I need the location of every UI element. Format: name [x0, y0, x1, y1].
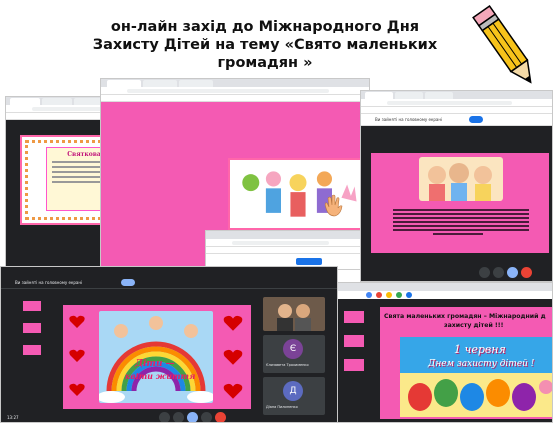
participant-avatar: Є	[283, 339, 303, 359]
pink-slide	[371, 153, 549, 253]
slide-thumbnail[interactable]	[23, 345, 41, 355]
share-screen-button[interactable]	[296, 258, 322, 265]
browser-tab[interactable]	[143, 80, 177, 87]
participant-tile-2[interactable]: Д Діана Пилипенко	[263, 377, 325, 415]
main-pink-slide: Діти — квіти життя	[63, 305, 251, 409]
end-call-button[interactable]	[215, 412, 226, 422]
headline-line-2: Захисту Дітей на тему «Свято маленьких	[92, 37, 438, 53]
heart-icon	[69, 383, 85, 396]
rainbow-illustration	[97, 316, 215, 403]
heart-icon	[69, 315, 85, 328]
overlay-spacer	[5, 96, 227, 236]
more-options-button[interactable]	[201, 412, 212, 422]
heart-icon	[223, 315, 243, 331]
rainbow-text-2: квіти життя	[125, 371, 196, 381]
meet-label: Ви зайняті на головному екрані	[375, 117, 443, 122]
mic-button[interactable]	[159, 412, 170, 422]
meet-label: Ви зайняті на головному екрані	[15, 280, 83, 285]
headline: он-лайн захід до Міжнародного Дня Захист…	[60, 18, 470, 72]
mic-button[interactable]	[479, 267, 490, 278]
heart-icon	[69, 349, 85, 362]
slide-thumbnail[interactable]	[23, 323, 41, 333]
children-illustration	[242, 171, 357, 217]
browser-window-bottom-right: Свята маленьких громадян – Міжнародний д…	[335, 282, 553, 423]
pencil-icon	[472, 4, 532, 84]
colorful-hands-illustration	[400, 373, 552, 417]
slide-title-2: захисту дітей !!!	[444, 322, 504, 329]
camera-button[interactable]	[173, 412, 184, 422]
headline-line-3: громадян »	[217, 55, 313, 71]
rainbow-picture: Діти — квіти життя	[97, 311, 215, 403]
tab-bar	[361, 91, 552, 99]
banner-line-2: Днем захисту дітей !	[428, 359, 535, 369]
rainbow-text-1: Діти —	[135, 359, 175, 369]
slide-thumbnail[interactable]	[344, 335, 364, 347]
end-call-button[interactable]	[521, 267, 532, 278]
children-photo	[419, 157, 503, 201]
browser-tab[interactable]	[425, 92, 453, 99]
slide-thumbnail[interactable]	[344, 311, 364, 323]
camera-button[interactable]	[493, 267, 504, 278]
participant-avatar: Д	[283, 381, 303, 401]
browser-window-mid-strip	[205, 230, 370, 270]
headline-line-1: он-лайн захід до Міжнародного Дня	[110, 19, 420, 35]
participant-name: Єлизавета Трохименко	[266, 363, 309, 367]
toggle-switch[interactable]	[469, 116, 483, 123]
kids-illustration-slide	[228, 158, 368, 230]
slide-title-1: Свята маленьких громадян – Міжнародний д	[384, 313, 546, 320]
slide-thumbnail[interactable]	[23, 301, 41, 311]
collage-page: он-лайн захід до Міжнародного Дня Захист…	[0, 0, 553, 423]
address-bar[interactable]	[361, 99, 552, 107]
meet-info-bar: Ви зайняті на головному екрані	[361, 114, 552, 126]
meeting-time: 13:27	[7, 415, 19, 420]
participant-name: Діана Пилипенко	[266, 405, 298, 409]
bookmarks-bar	[206, 247, 369, 254]
slide-thumbnail[interactable]	[344, 359, 364, 371]
browser-tab[interactable]	[365, 92, 393, 99]
children-day-banner: 1 червня Днем захисту дітей !	[400, 337, 552, 417]
tab-bar	[336, 283, 552, 291]
browser-tab[interactable]	[107, 80, 141, 87]
browser-window-top-right: Ви зайняті на головному екрані	[360, 90, 553, 282]
browser-window-bottom-left: Ви зайняті на головному екрані Діти — кв…	[0, 266, 338, 423]
browser-tab[interactable]	[179, 80, 213, 87]
banner-line-1: 1 червня	[454, 343, 506, 356]
bookmarks-bar	[361, 107, 552, 114]
heart-icon	[223, 349, 243, 365]
address-bar[interactable]	[206, 239, 369, 247]
taskbar-icons	[336, 291, 552, 299]
heart-icon	[223, 383, 243, 399]
participant-tile-1[interactable]: Є Єлизавета Трохименко	[263, 335, 325, 373]
browser-tab[interactable]	[395, 92, 423, 99]
toggle-switch[interactable]	[121, 279, 135, 286]
waving-hand-icon	[324, 194, 343, 217]
present-button[interactable]	[507, 267, 518, 278]
tab-bar	[206, 231, 369, 239]
tab-bar	[101, 79, 369, 87]
present-button[interactable]	[187, 412, 198, 422]
meet-info-bar: Ви зайняті на головному екрані	[1, 277, 337, 289]
participant-video-tile[interactable]	[263, 297, 325, 331]
address-bar[interactable]	[101, 87, 369, 95]
slide-body-text	[393, 207, 529, 235]
main-pink-slide: Свята маленьких громадян – Міжнародний д…	[380, 307, 552, 419]
